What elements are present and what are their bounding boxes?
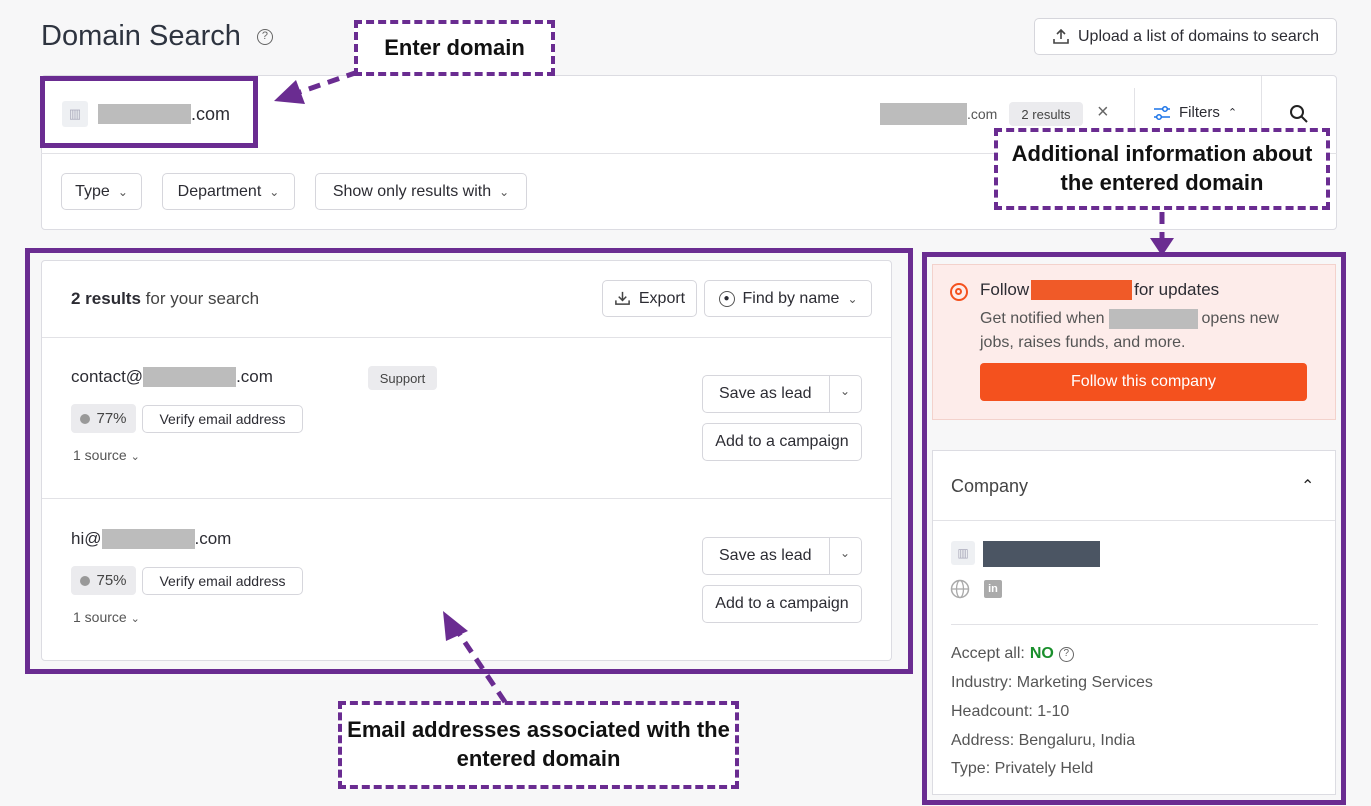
arrow-head-emails xyxy=(443,611,468,641)
arrow-head-company xyxy=(1150,238,1174,256)
arrow-to-email-list xyxy=(455,630,508,704)
arrow-to-domain-input xyxy=(299,69,359,95)
annotation-arrows xyxy=(274,69,1174,704)
arrow-head-domain xyxy=(274,80,305,104)
